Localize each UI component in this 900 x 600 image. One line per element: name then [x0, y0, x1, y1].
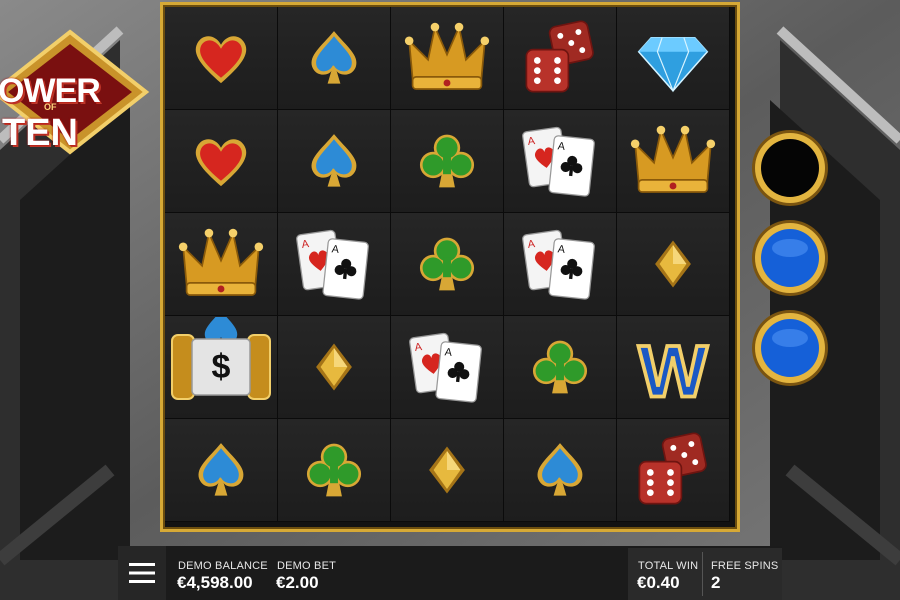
reel-cell — [278, 110, 391, 213]
reel-cell — [504, 7, 617, 110]
logo-title-bottom: TEN — [2, 112, 78, 154]
logo-of: OF — [44, 102, 57, 112]
svg-text:W: W — [638, 329, 708, 412]
spade-symbol-icon — [302, 26, 366, 90]
reel-cell: A A — [504, 213, 617, 316]
bet-value: €2.00 — [276, 573, 319, 592]
total-win-value: €0.40 — [637, 573, 680, 592]
dice-symbol-icon — [631, 428, 715, 512]
reel-cell — [165, 110, 278, 213]
crown-symbol-icon — [176, 221, 266, 307]
reel-cell — [391, 7, 504, 110]
reel-cell — [278, 316, 391, 419]
reel-cell — [617, 110, 730, 213]
balance-value: €4,598.00 — [177, 573, 253, 592]
bet-label: DEMO BET — [277, 560, 337, 572]
reel-cell — [165, 7, 278, 110]
club-symbol-icon — [527, 334, 593, 400]
reel-area[interactable]: $ A A A A A A A A W — [160, 2, 740, 532]
spade-symbol-icon — [302, 129, 366, 193]
reel-cell — [165, 213, 278, 316]
crown-symbol-icon — [628, 118, 718, 204]
reel-cell: W — [617, 316, 730, 419]
spade-symbol-icon — [528, 438, 592, 502]
reel-cell: A A — [391, 316, 504, 419]
gem-symbol-icon — [634, 19, 712, 97]
orb-icon — [750, 218, 830, 298]
reel-cell — [278, 7, 391, 110]
reel-cell — [617, 213, 730, 316]
orb-icon — [750, 308, 830, 388]
balance-label: DEMO BALANCE — [178, 560, 268, 572]
club-symbol-icon — [414, 128, 480, 194]
club-symbol-icon — [414, 231, 480, 297]
menu-button[interactable] — [118, 546, 166, 600]
dice-symbol-icon — [518, 16, 602, 100]
club-symbol-icon — [301, 437, 367, 503]
hamburger-icon — [129, 563, 155, 583]
aces-symbol-icon: A A — [405, 325, 489, 409]
free-spins-label: FREE SPINS — [711, 560, 779, 572]
heart-symbol-icon — [188, 25, 254, 91]
free-spins-value: 2 — [711, 573, 721, 592]
reel-cell — [617, 7, 730, 110]
reel-cell — [504, 419, 617, 522]
reel-cell: A A — [504, 110, 617, 213]
reel-cell — [391, 110, 504, 213]
win-panel-divider — [702, 552, 703, 596]
reel-cell — [504, 316, 617, 419]
coin-spade-symbol-icon: $ — [166, 317, 276, 417]
heart-symbol-icon — [188, 128, 254, 194]
wild-symbol-icon: W — [627, 321, 719, 413]
cash-symbol: $ — [211, 347, 231, 386]
diamond-symbol-icon — [645, 236, 701, 292]
reel-grid: $ A A A A A A A A W — [163, 5, 737, 529]
crown-symbol-icon — [402, 15, 492, 101]
reel-cell: A A — [278, 213, 391, 316]
reel-cell: $ — [165, 316, 278, 419]
reel-cell — [278, 419, 391, 522]
reel-cell — [165, 419, 278, 522]
orb-icon — [750, 128, 830, 208]
reel-cell — [617, 419, 730, 522]
diamond-symbol-icon — [306, 339, 362, 395]
reel-cell — [391, 419, 504, 522]
aces-symbol-icon: A A — [518, 119, 602, 203]
spade-symbol-icon — [189, 438, 253, 502]
reel-cell — [391, 213, 504, 316]
aces-symbol-icon: A A — [518, 222, 602, 306]
total-win-label: TOTAL WIN — [638, 560, 699, 572]
diamond-symbol-icon — [419, 442, 475, 498]
aces-symbol-icon: A A — [292, 222, 376, 306]
game-logo: OWER OF TEN — [0, 28, 150, 156]
